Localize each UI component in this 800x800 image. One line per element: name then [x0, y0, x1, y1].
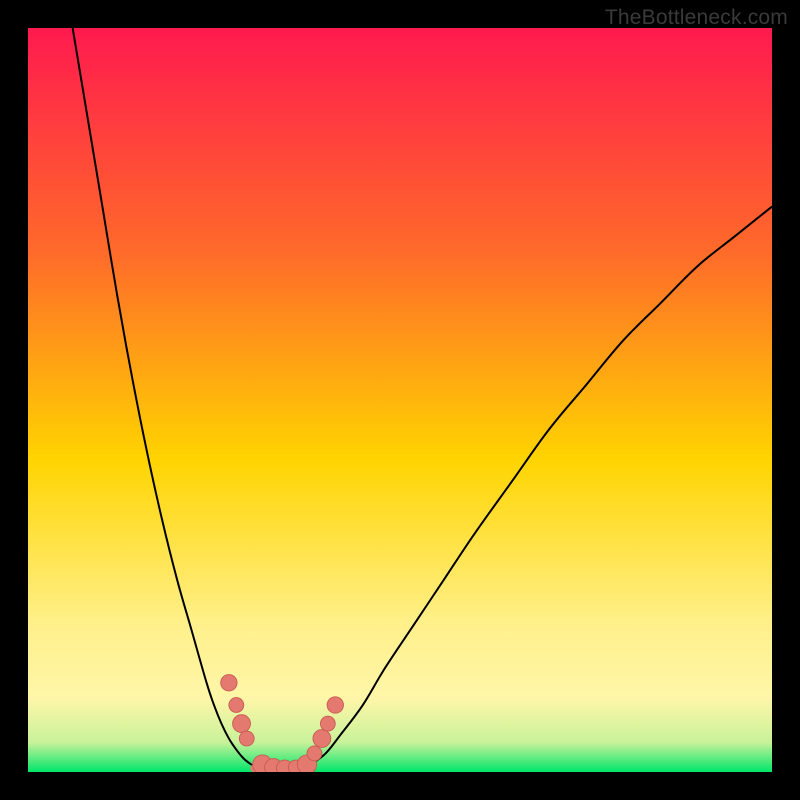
- curve-segment: [311, 207, 772, 765]
- data-point-marker: [320, 716, 335, 731]
- plot-area: [28, 28, 772, 772]
- data-point-marker: [239, 731, 254, 746]
- data-point-marker: [233, 715, 251, 733]
- data-point-marker: [229, 698, 244, 713]
- outer-frame: TheBottleneck.com: [0, 0, 800, 800]
- data-point-marker: [307, 746, 322, 761]
- curve-segment: [73, 28, 252, 765]
- data-point-marker: [221, 675, 237, 691]
- data-point-marker: [313, 730, 331, 748]
- watermark-text: TheBottleneck.com: [605, 6, 788, 30]
- bottleneck-curve: [28, 28, 772, 772]
- data-point-marker: [327, 697, 343, 713]
